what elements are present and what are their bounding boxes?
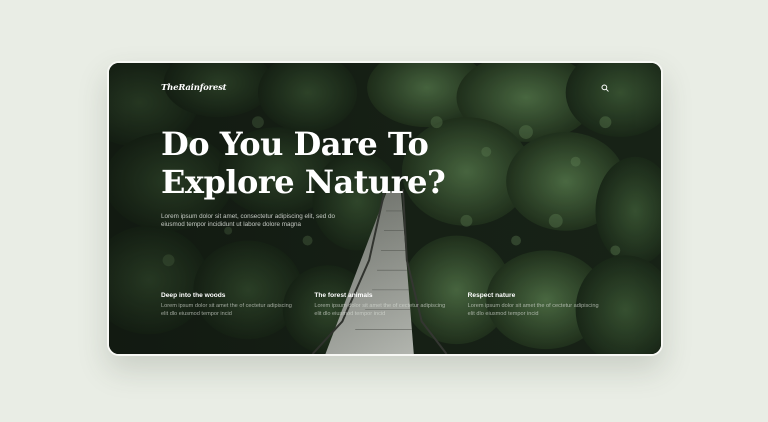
feature-item: Deep into the woods Lorem ipsum dolor si… — [161, 292, 314, 318]
hero-heading-line-2: Explore Nature? — [161, 163, 446, 201]
feature-text: Lorem ipsum dolor sit amet the of cectet… — [161, 303, 292, 317]
feature-title: Respect nature — [467, 292, 516, 299]
search-button[interactable] — [599, 82, 611, 94]
search-icon — [601, 84, 609, 92]
feature-item: The forest animals Lorem ipsum dolor sit… — [314, 292, 467, 318]
hero-description: Lorem ipsum dolor sit amet, consectetur … — [161, 213, 335, 229]
feature-title: The forest animals — [314, 292, 373, 299]
top-nav: TheRainforest — [161, 82, 611, 94]
hero-card: TheRainforest Do You Dare To Explore Nat… — [107, 61, 663, 356]
hero-heading-line-1: Do You Dare To — [161, 125, 429, 163]
site-logo[interactable]: TheRainforest — [161, 83, 227, 93]
hero-heading: Do You Dare To Explore Nature? — [161, 125, 501, 201]
feature-list: Deep into the woods Lorem ipsum dolor si… — [161, 292, 621, 318]
feature-text: Lorem ipsum dolor sit amet the of cectet… — [467, 303, 599, 317]
feature-title: Deep into the woods — [161, 292, 226, 299]
feature-text: Lorem ipsum dolor sit amet the of cectet… — [314, 303, 446, 317]
feature-item: Respect nature Lorem ipsum dolor sit ame… — [468, 292, 621, 318]
